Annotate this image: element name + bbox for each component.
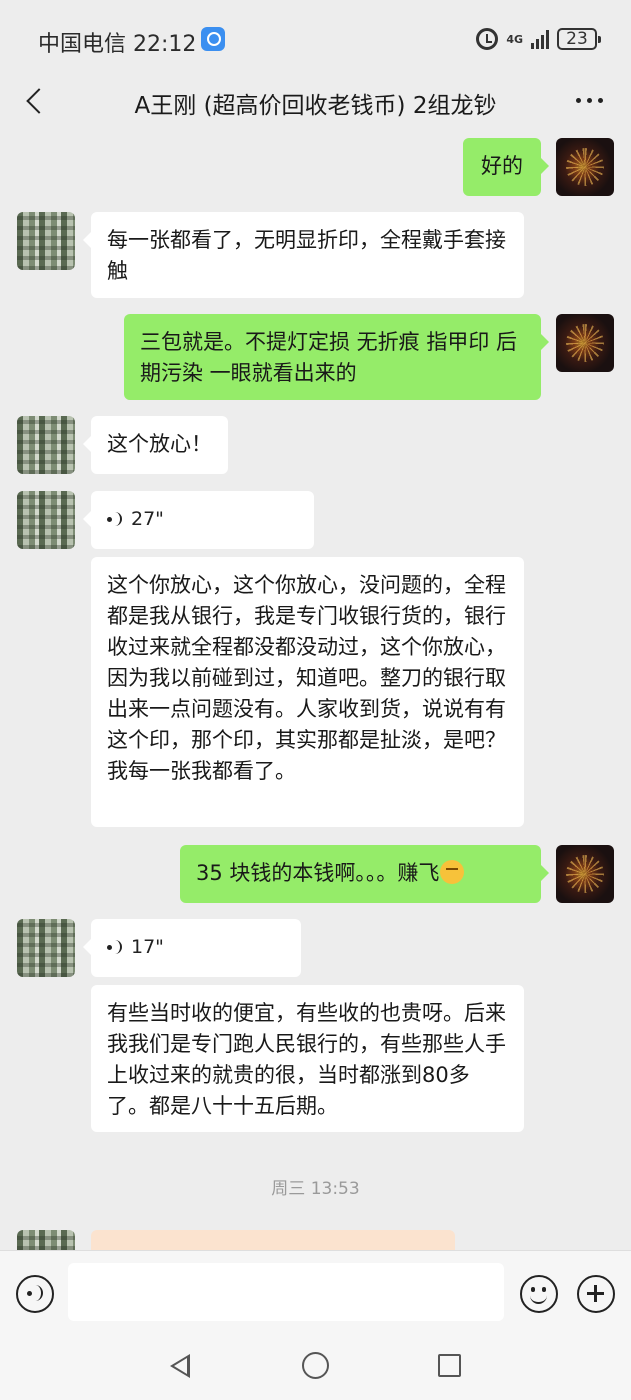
voice-wave-icon — [105, 938, 123, 958]
my-avatar[interactable] — [556, 138, 614, 196]
message-text: 三包就是。不提灯定损 无折痕 指甲印 后期污染 一眼就看出来的 — [140, 330, 518, 385]
message-bubble-sent[interactable]: 好的 — [463, 138, 549, 196]
message-text: 好的 — [481, 154, 523, 178]
system-recents-icon[interactable] — [438, 1354, 461, 1377]
message-bubble-received[interactable]: 每一张都看了，无明显折印，全程戴手套接触 — [83, 212, 524, 298]
contact-avatar[interactable] — [17, 212, 75, 270]
contact-avatar[interactable] — [17, 1230, 75, 1250]
voice-wave-icon — [105, 510, 123, 530]
contact-avatar[interactable] — [17, 416, 75, 474]
system-navigation-bar — [0, 1332, 631, 1400]
transcript-text: 有些当时收的便宜，有些收的也贵呀。后来我我们是专门跑人民银行的，有些那些人手上收… — [107, 1001, 506, 1118]
message-text: 这个放心！ — [107, 432, 212, 456]
chat-header: A王刚 (超高价回收老钱币) 2组龙钞 — [0, 76, 631, 132]
carrier-time: 中国电信 22:12 — [38, 32, 197, 57]
signal-icon — [531, 29, 549, 49]
contact-avatar[interactable] — [17, 919, 75, 977]
voice-duration: 17" — [131, 936, 164, 958]
message-bubble-sent[interactable]: 35 块钱的本钱啊。。。赚飞 — [180, 845, 549, 903]
app-notification-icon — [201, 27, 225, 51]
input-bar — [0, 1250, 631, 1332]
transcript-text: 这个你放心，这个你放心，没问题的，全程都是我从银行，我是专门收银行货的，银行收过… — [107, 573, 506, 783]
message-text: 每一张都看了，无明显折印，全程戴手套接触 — [107, 228, 506, 283]
contact-avatar[interactable] — [17, 491, 75, 549]
my-avatar[interactable] — [556, 314, 614, 372]
plus-icon[interactable] — [577, 1275, 615, 1313]
my-avatar[interactable] — [556, 845, 614, 903]
network-type: 4G — [506, 32, 523, 46]
voice-message[interactable]: 27" — [83, 491, 314, 549]
voice-transcript[interactable]: 有些当时收的便宜，有些收的也贵呀。后来我我们是专门跑人民银行的，有些那些人手上收… — [91, 985, 524, 1132]
alarm-icon — [476, 28, 499, 50]
voice-transcript[interactable]: 这个你放心，这个你放心，没问题的，全程都是我从银行，我是专门收银行货的，银行收过… — [91, 557, 524, 827]
thinking-face-emoji-icon — [440, 860, 465, 884]
system-back-icon[interactable] — [170, 1354, 190, 1378]
system-home-icon[interactable] — [302, 1352, 329, 1379]
message-input[interactable] — [68, 1263, 504, 1321]
back-arrow-icon[interactable] — [22, 86, 54, 118]
status-bar: 中国电信 22:12 4G 23 — [0, 0, 631, 76]
status-indicators: 4G 23 — [476, 24, 601, 54]
message-text: 35 块钱的本钱啊。。。赚飞 — [196, 861, 440, 885]
more-options-icon[interactable] — [573, 90, 605, 110]
battery-level: 23 — [557, 28, 601, 50]
message-bubble-received[interactable]: 这个放心！ — [83, 416, 228, 474]
message-timestamp: 周三 13:53 — [271, 1179, 360, 1199]
emoji-icon[interactable] — [520, 1275, 558, 1313]
chat-title: A王刚 (超高价回收老钱币) 2组龙钞 — [134, 93, 497, 119]
message-bubble-sent[interactable]: 三包就是。不提灯定损 无折痕 指甲印 后期污染 一眼就看出来的 — [124, 314, 549, 400]
voice-message[interactable]: 17" — [83, 919, 301, 977]
voice-input-icon[interactable] — [16, 1275, 54, 1313]
voice-duration: 27" — [131, 508, 164, 530]
